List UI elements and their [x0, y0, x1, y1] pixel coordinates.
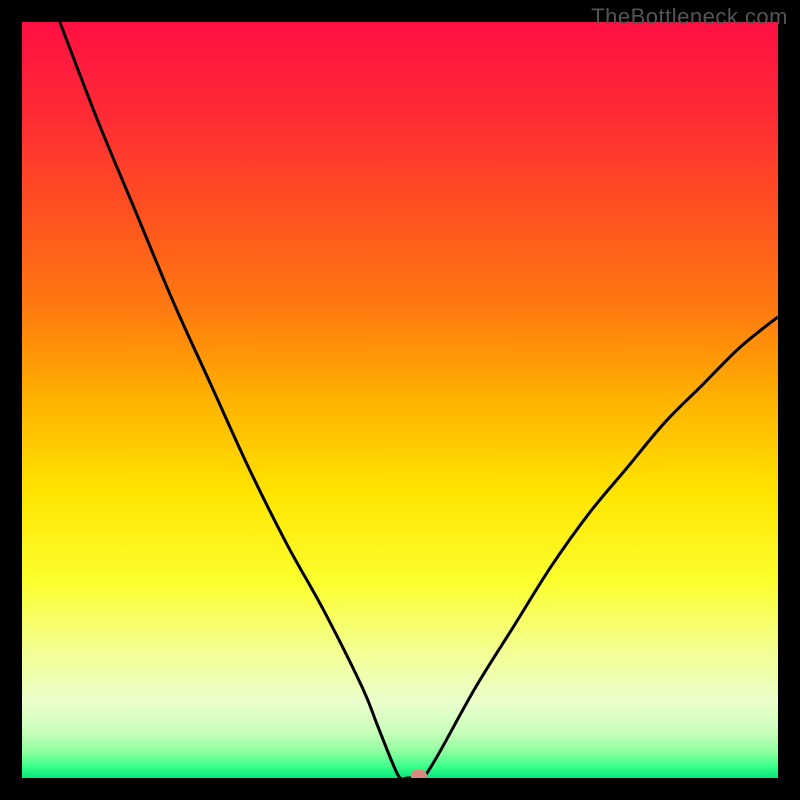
chart-svg [22, 22, 778, 778]
gradient-background [22, 22, 778, 778]
chart-frame: TheBottleneck.com [0, 0, 800, 800]
optimal-marker [411, 770, 427, 778]
watermark-text: TheBottleneck.com [591, 4, 788, 30]
plot-area [22, 22, 778, 778]
